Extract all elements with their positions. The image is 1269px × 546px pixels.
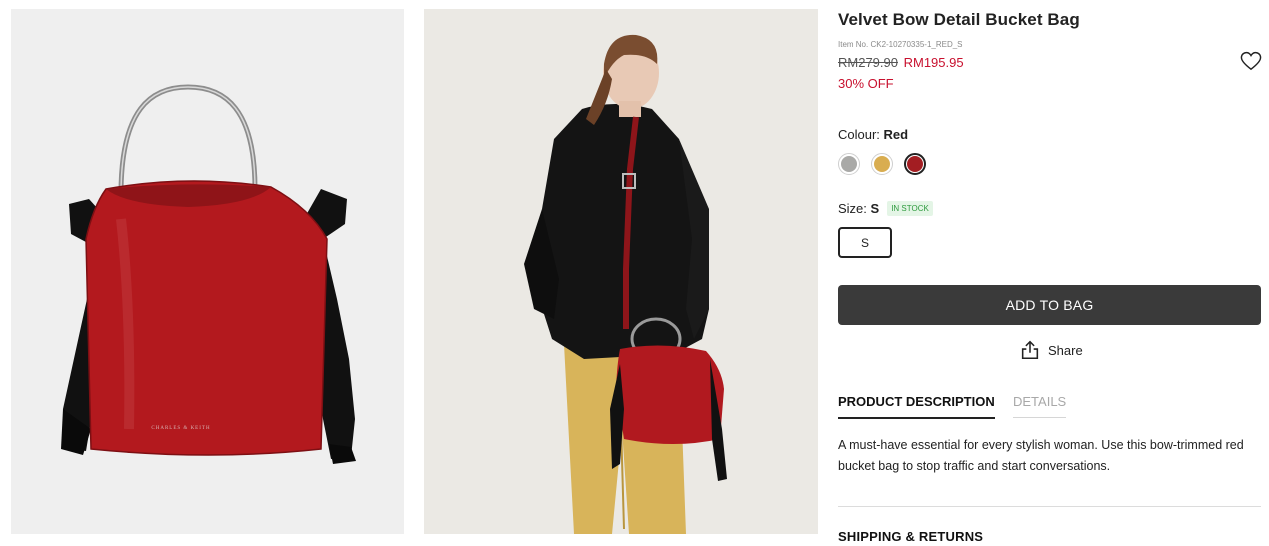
product-tabs: PRODUCT DESCRIPTION DETAILS: [838, 394, 1261, 420]
swatch-red-dot: [907, 156, 923, 172]
heart-outline-icon: [1240, 51, 1262, 71]
size-label-row: Size: S: [838, 201, 879, 216]
tab-details[interactable]: DETAILS: [1013, 394, 1067, 418]
colour-swatches: [838, 152, 926, 176]
colour-label: Colour: Red: [838, 127, 908, 142]
stock-badge: IN STOCK: [887, 201, 933, 216]
product-title: Velvet Bow Detail Bucket Bag: [838, 10, 1080, 29]
sale-price: RM195.95: [903, 55, 964, 70]
product-image-main[interactable]: CHARLES & KEITH: [11, 9, 404, 534]
swatch-red[interactable]: [904, 153, 926, 175]
colour-label-text: Colour:: [838, 127, 880, 142]
colour-selected: Red: [883, 127, 909, 142]
size-option-s[interactable]: S: [838, 227, 892, 258]
swatch-yellow[interactable]: [871, 153, 893, 175]
product-image-model[interactable]: [424, 9, 818, 534]
discount-label: 30% OFF: [838, 76, 894, 91]
size-selected: S: [870, 201, 880, 216]
price-row: RM279.90 RM195.95: [838, 55, 964, 70]
share-label: Share: [1048, 342, 1083, 358]
size-label: Size: S IN STOCK: [838, 201, 933, 216]
bag-product-illustration: CHARLES & KEITH: [61, 84, 356, 464]
section-divider: [838, 506, 1261, 507]
share-upload-icon: [1021, 340, 1039, 360]
shipping-returns-accordion[interactable]: SHIPPING & RETURNS: [838, 529, 983, 544]
swatch-grey-dot: [841, 156, 857, 172]
add-to-bag-button[interactable]: ADD TO BAG: [838, 285, 1261, 325]
wishlist-button[interactable]: [1240, 51, 1262, 71]
swatch-grey[interactable]: [838, 153, 860, 175]
swatch-yellow-dot: [874, 156, 890, 172]
tab-product-description[interactable]: PRODUCT DESCRIPTION: [838, 394, 995, 419]
product-info-panel: Velvet Bow Detail Bucket Bag Item No. CK…: [838, 0, 1262, 546]
brand-logo-text: CHARLES & KEITH: [151, 426, 210, 431]
size-label-text: Size:: [838, 201, 867, 216]
item-number: Item No. CK2-10270335-1_RED_S: [838, 40, 963, 49]
model-illustration: [424, 9, 818, 534]
original-price: RM279.90: [838, 55, 898, 70]
product-description-text: A must-have essential for every stylish …: [838, 438, 1244, 473]
share-button[interactable]: Share: [1019, 339, 1083, 361]
